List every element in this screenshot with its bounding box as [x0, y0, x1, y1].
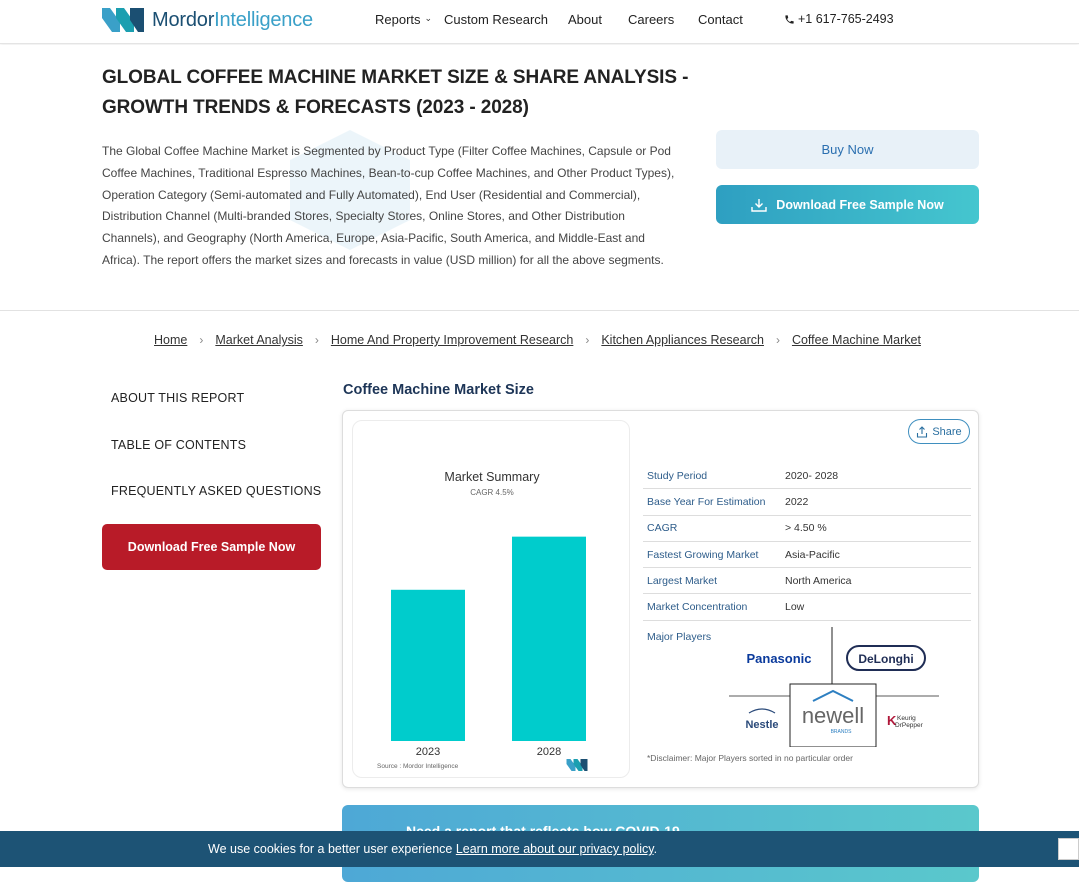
- sidebar-item-about-report[interactable]: ABOUT THIS REPORT: [111, 391, 244, 405]
- row-key: Largest Market: [647, 574, 718, 587]
- row-key: Market Concentration: [647, 601, 748, 614]
- share-icon: [917, 425, 928, 438]
- table-row: Base Year For Estimation 2022: [643, 489, 971, 516]
- market-summary-chart: Market Summary CAGR 4.5% 2023 2028 Source…: [352, 420, 630, 778]
- market-summary-card: Market Summary CAGR 4.5% 2023 2028 Source…: [342, 410, 979, 788]
- nav-contact[interactable]: Contact: [698, 12, 743, 27]
- logo-text: MordorIntelligence: [152, 8, 313, 31]
- page-title: GLOBAL COFFEE MACHINE MARKET SIZE & SHAR…: [102, 67, 689, 118]
- row-key: Study Period: [647, 469, 708, 482]
- site-logo[interactable]: MordorIntelligence: [102, 7, 313, 33]
- x-tick-label: 2023: [416, 746, 440, 758]
- top-navigation-bar: MordorIntelligence Reports ⌄ Custom Resea…: [0, 0, 1079, 44]
- breadcrumb-market-analysis[interactable]: Market Analysis: [215, 333, 303, 347]
- mordor-logo-icon: [566, 759, 588, 771]
- chevron-right-icon: ›: [775, 333, 780, 347]
- sidebar-item-faq[interactable]: FREQUENTLY ASKED QUESTIONS: [111, 484, 321, 498]
- row-value: 2020- 2028: [785, 469, 839, 482]
- phone-link[interactable]: +1 617-765-2493: [784, 12, 894, 26]
- keurig-logo-text: Keurig: [897, 715, 916, 722]
- sidebar-download-sample-button[interactable]: Download Free Sample Now: [102, 524, 321, 570]
- row-key: Fastest Growing Market: [647, 548, 759, 561]
- chart-plot: 2023 2028: [391, 536, 586, 758]
- row-value: 2022: [785, 495, 809, 508]
- nav-custom-research[interactable]: Custom Research: [444, 12, 548, 27]
- players-disclaimer: *Disclaimer: Major Players sorted in no …: [647, 753, 853, 763]
- nav-reports[interactable]: Reports ⌄: [375, 12, 432, 27]
- chevron-right-icon: ›: [314, 333, 319, 347]
- download-sample-button[interactable]: Download Free Sample Now: [716, 185, 979, 224]
- table-row: Largest Market North America: [643, 568, 971, 595]
- row-value: Asia-Pacific: [785, 548, 840, 561]
- chevron-down-icon: ⌄: [424, 13, 433, 23]
- chart-source: Source : Mordor Intelligence: [377, 763, 459, 770]
- hero-section: GLOBAL COFFEE MACHINE MARKET SIZE & SHAR…: [0, 45, 1079, 311]
- chevron-right-icon: ›: [585, 333, 590, 347]
- major-players-label: Major Players: [647, 631, 712, 643]
- x-tick-label: 2028: [537, 746, 561, 758]
- chevron-right-icon: ›: [199, 333, 204, 347]
- nav-about[interactable]: About: [568, 12, 602, 27]
- bar-2028: [512, 536, 586, 741]
- breadcrumb-coffee-machine[interactable]: Coffee Machine Market: [792, 333, 921, 347]
- study-info-table: Study Period 2020- 2028 Base Year For Es…: [643, 463, 971, 621]
- row-value: > 4.50 %: [785, 522, 827, 535]
- table-row: Market Concentration Low: [643, 594, 971, 621]
- bar-2023: [391, 589, 465, 741]
- row-value: Low: [785, 601, 805, 614]
- drpepper-logo-text: DrPepper: [895, 722, 924, 729]
- nestle-logo: Nestle: [745, 719, 778, 731]
- download-icon: [751, 198, 767, 212]
- table-row: CAGR > 4.50 %: [643, 516, 971, 542]
- share-button[interactable]: Share: [908, 419, 970, 444]
- newell-brands-label: BRANDS: [831, 729, 853, 735]
- mordor-logo-icon: [102, 8, 144, 32]
- newell-logo: newell: [802, 703, 864, 728]
- table-row: Study Period 2020- 2028: [643, 463, 971, 490]
- breadcrumb-home-property[interactable]: Home And Property Improvement Research: [331, 333, 573, 347]
- row-key: Base Year For Estimation: [647, 495, 766, 508]
- cookie-message: We use cookies for a better user experie…: [208, 842, 658, 856]
- breadcrumb: Home › Market Analysis › Home And Proper…: [154, 333, 921, 347]
- table-row: Fastest Growing Market Asia-Pacific: [643, 542, 971, 569]
- buy-now-button[interactable]: Buy Now: [716, 130, 979, 169]
- row-value: North America: [785, 574, 852, 587]
- privacy-policy-link[interactable]: Learn more about our privacy policy: [456, 842, 654, 856]
- row-key: CAGR: [647, 522, 678, 535]
- breadcrumb-kitchen-appliances[interactable]: Kitchen Appliances Research: [601, 333, 764, 347]
- cookie-close-button[interactable]: [1058, 838, 1079, 860]
- panasonic-logo: Panasonic: [746, 651, 811, 666]
- breadcrumb-home[interactable]: Home: [154, 333, 187, 347]
- cookie-bar: We use cookies for a better user experie…: [0, 831, 1079, 867]
- major-players-logos: Panasonic DeLonghi Nestle newell BRANDS …: [729, 627, 939, 747]
- report-description: The Global Coffee Machine Market is Segm…: [102, 144, 675, 267]
- nav-careers[interactable]: Careers: [628, 12, 674, 27]
- phone-icon: [785, 14, 794, 24]
- section-title: Coffee Machine Market Size: [343, 382, 534, 398]
- sidebar-item-table-of-contents[interactable]: TABLE OF CONTENTS: [111, 438, 246, 452]
- delonghi-logo: DeLonghi: [858, 652, 913, 666]
